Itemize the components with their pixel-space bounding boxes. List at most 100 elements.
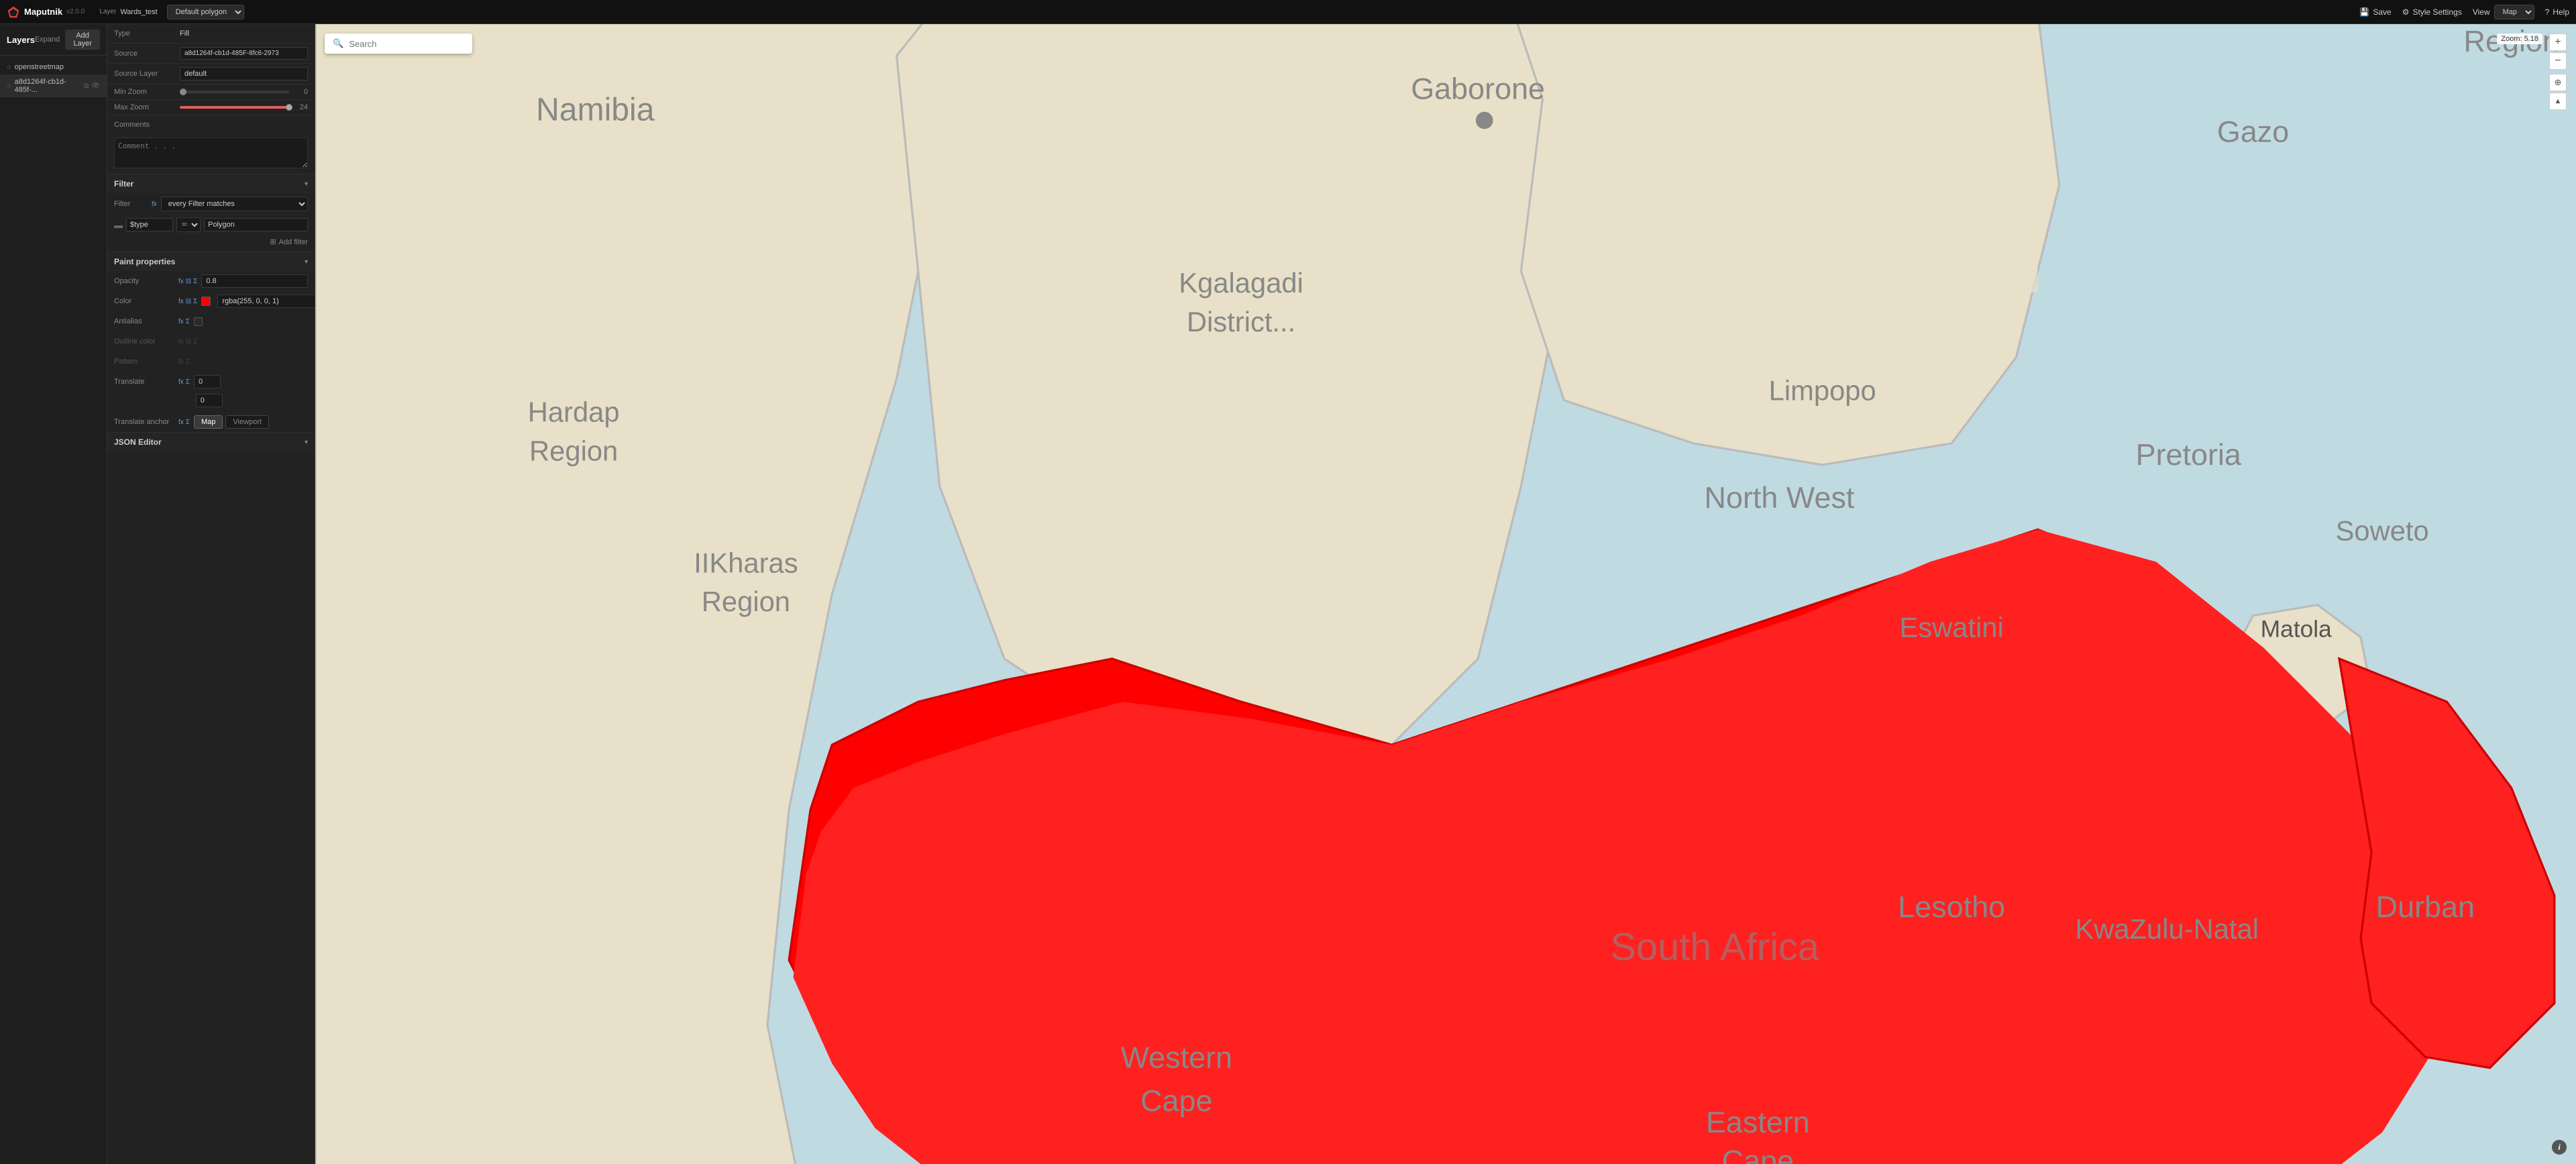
add-layer-button[interactable]: Add Layer	[65, 30, 100, 50]
anchor-viewport-button[interactable]: Viewport	[225, 415, 269, 429]
color-fx-icon[interactable]: fx	[178, 298, 184, 305]
color-input[interactable]	[217, 295, 315, 308]
filter-field-input[interactable]	[126, 218, 173, 231]
topbar: Maputnik v2.0.0 Layer Wards_test Default…	[0, 0, 2576, 24]
opacity-input[interactable]	[201, 274, 308, 288]
svg-text:Soweto: Soweto	[2336, 515, 2429, 546]
translate-y-input[interactable]	[196, 394, 223, 407]
layer-item-label: openstreetmap	[15, 63, 100, 71]
plus-icon: ⊞	[270, 237, 276, 246]
app-version: v2.0.0	[66, 8, 85, 15]
source-row: Source	[107, 44, 315, 63]
zoom-out-button[interactable]: −	[2549, 52, 2567, 70]
source-input[interactable]	[180, 47, 308, 60]
antialias-expr-icon[interactable]: Σ	[186, 318, 190, 325]
anchor-fx-icon[interactable]: fx	[178, 419, 184, 426]
color-row: Color fx ⊟ Σ	[107, 291, 315, 311]
min-zoom-slider[interactable]	[180, 91, 289, 93]
pattern-fx-icon[interactable]: fx	[178, 358, 184, 366]
view-group: View Map	[2473, 5, 2534, 19]
opacity-expr-icon[interactable]: Σ	[193, 278, 197, 285]
filter-fx-icon[interactable]: fx	[152, 201, 157, 208]
zoom-in-button[interactable]: +	[2549, 34, 2567, 51]
pattern-expr-icon[interactable]: Σ	[186, 358, 190, 366]
outline-color-label: Outline color	[114, 337, 174, 346]
filter-type-select[interactable]: every Filter matches	[161, 197, 308, 211]
translate-anchor-group: Map Viewport	[194, 415, 269, 429]
translate-row: Translate fx Σ	[107, 372, 315, 392]
translate-fx-icon[interactable]: fx	[178, 378, 184, 386]
list-item[interactable]: ○ a8d1264f-cb1d-485f-... ⧉ 👁	[0, 74, 107, 97]
translate-x-input[interactable]	[194, 375, 221, 388]
min-zoom-section: Min Zoom 0	[107, 85, 315, 100]
layer-type-select[interactable]: Default polygon	[167, 5, 244, 19]
translate-anchor-row: Translate anchor fx Σ Map Viewport	[107, 412, 315, 432]
layer-list: ○ openstreetmap ○ a8d1264f-cb1d-485f-...…	[0, 56, 107, 101]
translate-label: Translate	[114, 378, 174, 386]
type-section: Type Fill	[107, 24, 315, 44]
type-value: Fill	[180, 30, 308, 38]
style-settings-button[interactable]: ⚙ Style Settings	[2402, 7, 2462, 17]
paint-section-header[interactable]: Paint properties ▾	[107, 252, 315, 271]
svg-text:Cape: Cape	[1722, 1144, 1794, 1164]
outline-zoom-icon[interactable]: ⊟	[186, 338, 191, 346]
anchor-map-button[interactable]: Map	[194, 415, 223, 429]
filter-collapse-icon: ▾	[305, 180, 308, 188]
type-label: Type	[114, 30, 174, 38]
source-layer-section: Source Layer	[107, 64, 315, 85]
zoom-label: Zoom: 5.18	[2497, 34, 2542, 44]
json-editor-header[interactable]: JSON Editor ▾	[107, 433, 315, 452]
svg-text:Cape: Cape	[1140, 1083, 1212, 1118]
antialias-fx-icon[interactable]: fx	[178, 318, 184, 325]
outline-expr-icon[interactable]: Σ	[193, 338, 197, 346]
zoom-controls: + − ⊕ ▲	[2549, 34, 2567, 110]
antialias-checkbox[interactable]	[194, 317, 203, 326]
comments-section: Comments	[107, 115, 315, 174]
color-zoom-icon[interactable]: ⊟	[186, 298, 191, 305]
anchor-expr-icon[interactable]: Σ	[186, 419, 190, 426]
max-zoom-slider[interactable]	[180, 106, 289, 109]
json-editor-title: JSON Editor	[114, 437, 162, 447]
gear-icon: ⚙	[2402, 7, 2410, 17]
svg-text:Gazo: Gazo	[2217, 115, 2289, 149]
map-svg: North West Limpopo Pretoria Soweto Matol…	[315, 24, 2576, 1164]
app-logo: Maputnik v2.0.0	[7, 5, 85, 19]
comments-textarea[interactable]	[114, 138, 308, 168]
filter-op-select[interactable]: ==	[176, 217, 201, 232]
paint-collapse-icon: ▾	[305, 258, 308, 266]
map-area[interactable]: North West Limpopo Pretoria Soweto Matol…	[315, 24, 2576, 1164]
svg-text:IIKharas: IIKharas	[694, 547, 798, 578]
expand-button[interactable]: Expand	[35, 36, 60, 44]
min-zoom-row: Min Zoom 0	[107, 85, 315, 99]
info-button[interactable]: i	[2552, 1140, 2567, 1155]
svg-text:Limpopo: Limpopo	[1769, 375, 1876, 407]
list-item[interactable]: ○ openstreetmap	[0, 60, 107, 74]
search-icon: 🔍	[333, 38, 343, 49]
layer-name: Wards_test	[120, 8, 157, 16]
eye-icon[interactable]: 👁	[91, 83, 100, 90]
compass-button[interactable]: ▲	[2549, 93, 2567, 110]
filter-section-header[interactable]: Filter ▾	[107, 174, 315, 193]
opacity-fx-icon[interactable]: fx	[178, 278, 184, 285]
filter-delete-button[interactable]: ▬	[114, 221, 123, 229]
outline-fx-icon[interactable]: fx	[178, 338, 184, 346]
opacity-zoom-icon[interactable]: ⊟	[186, 278, 191, 285]
filter-value-input[interactable]	[204, 218, 308, 231]
view-select[interactable]: Map	[2494, 5, 2534, 19]
properties-panel: Type Fill Source Source Layer Min Zoom	[107, 24, 315, 1164]
svg-text:Region: Region	[529, 435, 618, 467]
svg-text:District...: District...	[1187, 306, 1295, 337]
help-button[interactable]: ? Help	[2545, 7, 2569, 17]
svg-text:Region: Region	[702, 586, 790, 617]
save-icon: 💾	[2359, 7, 2369, 17]
translate-expr-icon[interactable]: Σ	[186, 378, 190, 386]
search-input[interactable]	[349, 39, 464, 49]
color-expr-icon[interactable]: Σ	[193, 298, 197, 305]
color-swatch[interactable]	[201, 297, 211, 306]
add-filter-button[interactable]: ⊞ Add filter	[270, 237, 308, 246]
reset-bearing-button[interactable]: ⊕	[2549, 74, 2567, 91]
copy-icon[interactable]: ⧉	[84, 83, 89, 90]
source-layer-input[interactable]	[180, 67, 308, 81]
save-button[interactable]: 💾 Save	[2359, 7, 2391, 17]
visibility-icon: ○	[7, 63, 11, 71]
